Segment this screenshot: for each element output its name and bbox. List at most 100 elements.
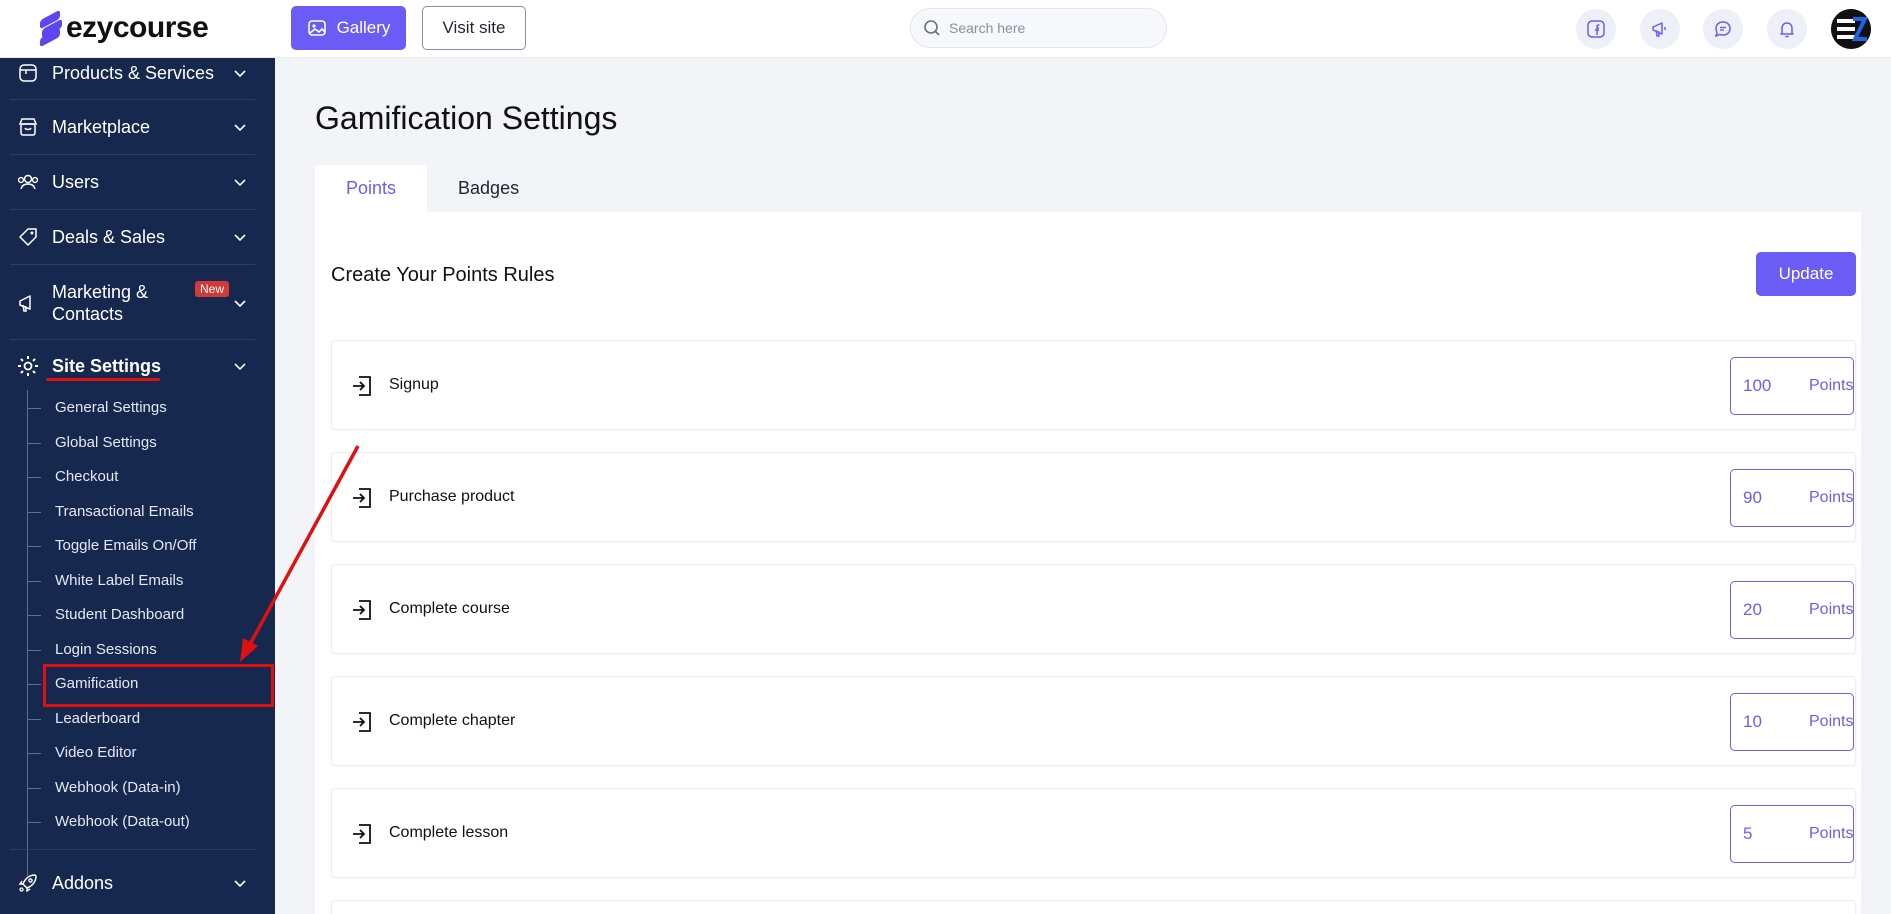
points-unit: Points (1809, 825, 1854, 842)
gear-icon (16, 354, 40, 378)
update-button[interactable]: Update (1756, 252, 1856, 296)
store-icon (16, 115, 40, 139)
points-field[interactable]: Points (1730, 805, 1854, 863)
sidebar-subitem-white-label-emails[interactable]: White Label Emails (55, 572, 183, 590)
sidebar-item-marketing-contacts[interactable]: Marketing & Contacts New (0, 278, 275, 328)
tree-tick (27, 718, 41, 720)
chat-icon (1714, 21, 1731, 38)
points-input[interactable] (1743, 488, 1803, 508)
tree-tick (27, 822, 41, 823)
sidebar-subitem-login-sessions[interactable]: Login Sessions (55, 641, 157, 659)
tree-tick (27, 477, 41, 478)
sidebar-subitem-toggle-emails-on-off[interactable]: Toggle Emails On/Off (55, 537, 196, 555)
points-rules-panel: Create Your Points Rules Update Signup Po… (315, 212, 1861, 914)
sidebar-item-label: Site Settings (52, 356, 162, 376)
sidebar-subitem-student-dashboard[interactable]: Student Dashboard (55, 606, 184, 624)
points-field[interactable]: Points (1730, 357, 1854, 415)
annotation-underline (46, 378, 160, 381)
rule-card: Complete course Points (331, 564, 1856, 654)
divider (10, 209, 255, 210)
tree-line (27, 390, 28, 879)
points-input[interactable] (1743, 712, 1803, 732)
sidebar-item-marketplace[interactable]: Marketplace (0, 114, 275, 140)
login-icon (353, 712, 371, 732)
chevron-down-icon (234, 300, 246, 308)
facebook-button[interactable] (1576, 9, 1616, 49)
login-icon (353, 600, 371, 620)
bell-icon (1780, 22, 1794, 38)
rule-label: Signup (389, 376, 439, 393)
logo[interactable]: ezycourse (40, 9, 209, 48)
sidebar-subitem-gamification[interactable]: Gamification (55, 675, 138, 693)
tab-badges[interactable]: Badges (427, 165, 550, 212)
announcement-button[interactable] (1640, 9, 1680, 49)
section-title: Create Your Points Rules (331, 264, 555, 286)
notifications-button[interactable] (1767, 9, 1807, 49)
sidebar-subitem-leaderboard[interactable]: Leaderboard (55, 710, 140, 728)
search-box[interactable] (910, 8, 1167, 48)
box-icon (16, 61, 40, 85)
gallery-label: Gallery (336, 18, 391, 37)
tag-icon (16, 225, 40, 249)
tree-tick (27, 511, 41, 513)
rule-card: Complete lesson Points (331, 788, 1856, 878)
gallery-icon (307, 20, 326, 36)
gallery-button[interactable]: Gallery (291, 6, 406, 50)
rocket-icon (16, 871, 40, 895)
rule-label: Complete course (389, 600, 510, 617)
tabs: Points Badges (315, 165, 550, 212)
facebook-icon (1587, 20, 1605, 38)
sidebar-item-site-settings[interactable]: Site Settings (0, 353, 275, 379)
points-field[interactable]: Points (1730, 581, 1854, 639)
points-unit: Points (1809, 713, 1854, 730)
sidebar-subitem-general-settings[interactable]: General Settings (55, 399, 167, 417)
sidebar: Products & Services Marketplace Users De… (0, 58, 275, 914)
rule-card: Purchase product Points (331, 452, 1856, 542)
tree-tick (27, 546, 41, 547)
points-unit: Points (1809, 601, 1854, 618)
points-input[interactable] (1743, 600, 1803, 620)
sidebar-item-label: Products & Services (52, 63, 215, 83)
points-field[interactable]: Points (1730, 693, 1854, 751)
rule-label: Complete lesson (389, 824, 509, 841)
sidebar-item-users[interactable]: Users (0, 169, 275, 195)
sidebar-subitem-webhook-data-in[interactable]: Webhook (Data-in) (55, 779, 181, 797)
visit-site-button[interactable]: Visit site (422, 6, 526, 50)
avatar[interactable] (1831, 9, 1871, 49)
chevron-down-icon (234, 179, 246, 187)
sidebar-item-products-services[interactable]: Products & Services (0, 60, 275, 86)
chevron-down-icon (234, 880, 246, 888)
megaphone-icon (1652, 22, 1666, 37)
tree-tick (27, 649, 41, 651)
rule-label: Complete chapter (389, 712, 516, 729)
avatar-logo-icon (1831, 9, 1871, 49)
points-field[interactable]: Points (1730, 469, 1854, 527)
rule-card: Signup Points (331, 340, 1856, 430)
search-input[interactable] (949, 20, 1149, 36)
divider (10, 849, 255, 850)
chevron-down-icon (234, 363, 246, 371)
top-bar: ezycourse Gallery Visit site (0, 0, 1891, 58)
sidebar-subitem-global-settings[interactable]: Global Settings (55, 434, 157, 452)
divider (10, 154, 255, 155)
sidebar-item-label: Marketing & (52, 282, 149, 302)
tree-tick (27, 580, 41, 582)
login-icon (353, 488, 371, 508)
sidebar-subitem-transactional-emails[interactable]: Transactional Emails (55, 503, 194, 521)
sidebar-item-label: Users (52, 172, 100, 192)
chat-button[interactable] (1703, 9, 1743, 49)
rule-label: Purchase product (389, 488, 515, 505)
page-title: Gamification Settings (315, 100, 618, 136)
tab-points[interactable]: Points (315, 165, 428, 212)
tree-tick (27, 787, 41, 789)
sidebar-subitem-video-editor[interactable]: Video Editor (55, 744, 136, 762)
divider (10, 99, 255, 100)
sidebar-subitem-checkout[interactable]: Checkout (55, 468, 118, 486)
sidebar-item-addons[interactable]: Addons (0, 870, 275, 896)
sidebar-item-deals-sales[interactable]: Deals & Sales (0, 224, 275, 250)
divider (10, 339, 255, 340)
new-badge: New (195, 281, 230, 297)
points-input[interactable] (1743, 824, 1803, 844)
points-input[interactable] (1743, 376, 1803, 396)
sidebar-subitem-webhook-data-out[interactable]: Webhook (Data-out) (55, 813, 190, 831)
